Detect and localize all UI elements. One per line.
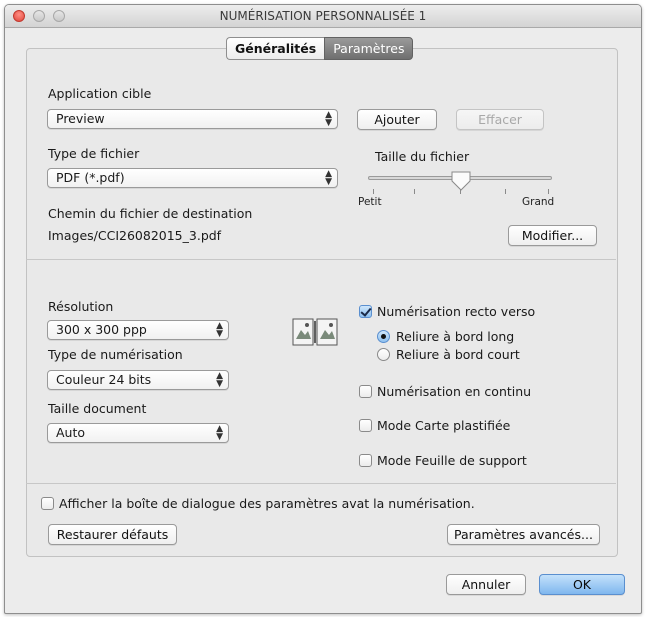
target-app-label: Application cible bbox=[48, 86, 152, 101]
show-dialog-label: Afficher la boîte de dialogue des paramè… bbox=[59, 496, 475, 511]
file-type-label: Type de fichier bbox=[48, 146, 140, 161]
file-type-select[interactable]: PDF (*.pdf) ▲ ▼ bbox=[47, 168, 338, 188]
scan-type-select[interactable]: Couleur 24 bits ▲ ▼ bbox=[47, 370, 229, 390]
resolution-label: Résolution bbox=[48, 299, 114, 314]
duplex-label: Numérisation recto verso bbox=[377, 304, 536, 319]
modify-button[interactable]: Modifier... bbox=[508, 225, 597, 246]
file-type-value: PDF (*.pdf) bbox=[56, 170, 125, 185]
slider-tick bbox=[414, 189, 415, 194]
popup-arrows-icon: ▲ ▼ bbox=[325, 169, 332, 187]
tab-general[interactable]: Généralités bbox=[226, 37, 325, 60]
slider-max-label: Grand bbox=[522, 196, 555, 208]
document-size-select[interactable]: Auto ▲ ▼ bbox=[47, 423, 229, 443]
restore-defaults-button[interactable]: Restaurer défauts bbox=[48, 524, 177, 545]
popup-arrows-icon: ▲ ▼ bbox=[216, 321, 223, 339]
tab-settings[interactable]: Paramètres bbox=[324, 37, 414, 60]
title-bar: NUMÉRISATION PERSONNALISÉE 1 bbox=[5, 5, 641, 28]
window-title: NUMÉRISATION PERSONNALISÉE 1 bbox=[219, 9, 427, 23]
slider-min-label: Petit bbox=[358, 196, 382, 208]
short-edge-label: Reliure à bord court bbox=[396, 347, 520, 362]
long-edge-radio[interactable] bbox=[377, 330, 390, 343]
popup-arrows-icon: ▲ ▼ bbox=[216, 371, 223, 389]
carrier-sheet-checkbox[interactable] bbox=[359, 454, 372, 467]
section-divider bbox=[26, 259, 616, 260]
section-divider bbox=[26, 483, 616, 484]
clear-button[interactable]: Effacer bbox=[456, 109, 544, 130]
file-size-label: Taille du fichier bbox=[375, 149, 470, 164]
slider-tick bbox=[505, 189, 506, 194]
duplex-scan-icon bbox=[292, 318, 338, 346]
document-size-label: Taille document bbox=[48, 401, 147, 416]
resolution-value: 300 x 300 ppp bbox=[56, 322, 147, 337]
popup-arrows-icon: ▲ ▼ bbox=[325, 110, 332, 128]
ok-button[interactable]: OK bbox=[539, 574, 625, 595]
destination-path: Images/CCI26082015_3.pdf bbox=[48, 228, 222, 243]
cancel-button[interactable]: Annuler bbox=[446, 574, 526, 595]
plastic-card-checkbox[interactable] bbox=[359, 419, 372, 432]
add-button[interactable]: Ajouter bbox=[357, 109, 437, 130]
slider-tick bbox=[373, 189, 374, 194]
continuous-scan-label: Numérisation en continu bbox=[377, 384, 532, 399]
target-app-value: Preview bbox=[56, 111, 105, 126]
show-dialog-checkbox[interactable] bbox=[41, 497, 54, 510]
duplex-checkbox[interactable] bbox=[359, 305, 372, 318]
advanced-settings-button[interactable]: Paramètres avancés... bbox=[447, 524, 600, 545]
plastic-card-label: Mode Carte plastifiée bbox=[377, 418, 511, 433]
tab-bar: Généralités Paramètres bbox=[226, 37, 414, 60]
carrier-sheet-label: Mode Feuille de support bbox=[377, 453, 527, 468]
slider-tick bbox=[548, 189, 549, 194]
destination-label: Chemin du fichier de destination bbox=[48, 206, 253, 221]
target-app-select[interactable]: Preview ▲ ▼ bbox=[47, 109, 338, 129]
scan-type-value: Couleur 24 bits bbox=[56, 372, 152, 387]
file-size-slider-thumb[interactable] bbox=[450, 171, 472, 191]
short-edge-radio[interactable] bbox=[377, 348, 390, 361]
scan-type-label: Type de numérisation bbox=[48, 347, 183, 362]
continuous-scan-checkbox[interactable] bbox=[359, 385, 372, 398]
resolution-select[interactable]: 300 x 300 ppp ▲ ▼ bbox=[47, 320, 229, 340]
popup-arrows-icon: ▲ ▼ bbox=[216, 424, 223, 442]
long-edge-label: Reliure à bord long bbox=[396, 329, 515, 344]
document-size-value: Auto bbox=[56, 425, 86, 440]
